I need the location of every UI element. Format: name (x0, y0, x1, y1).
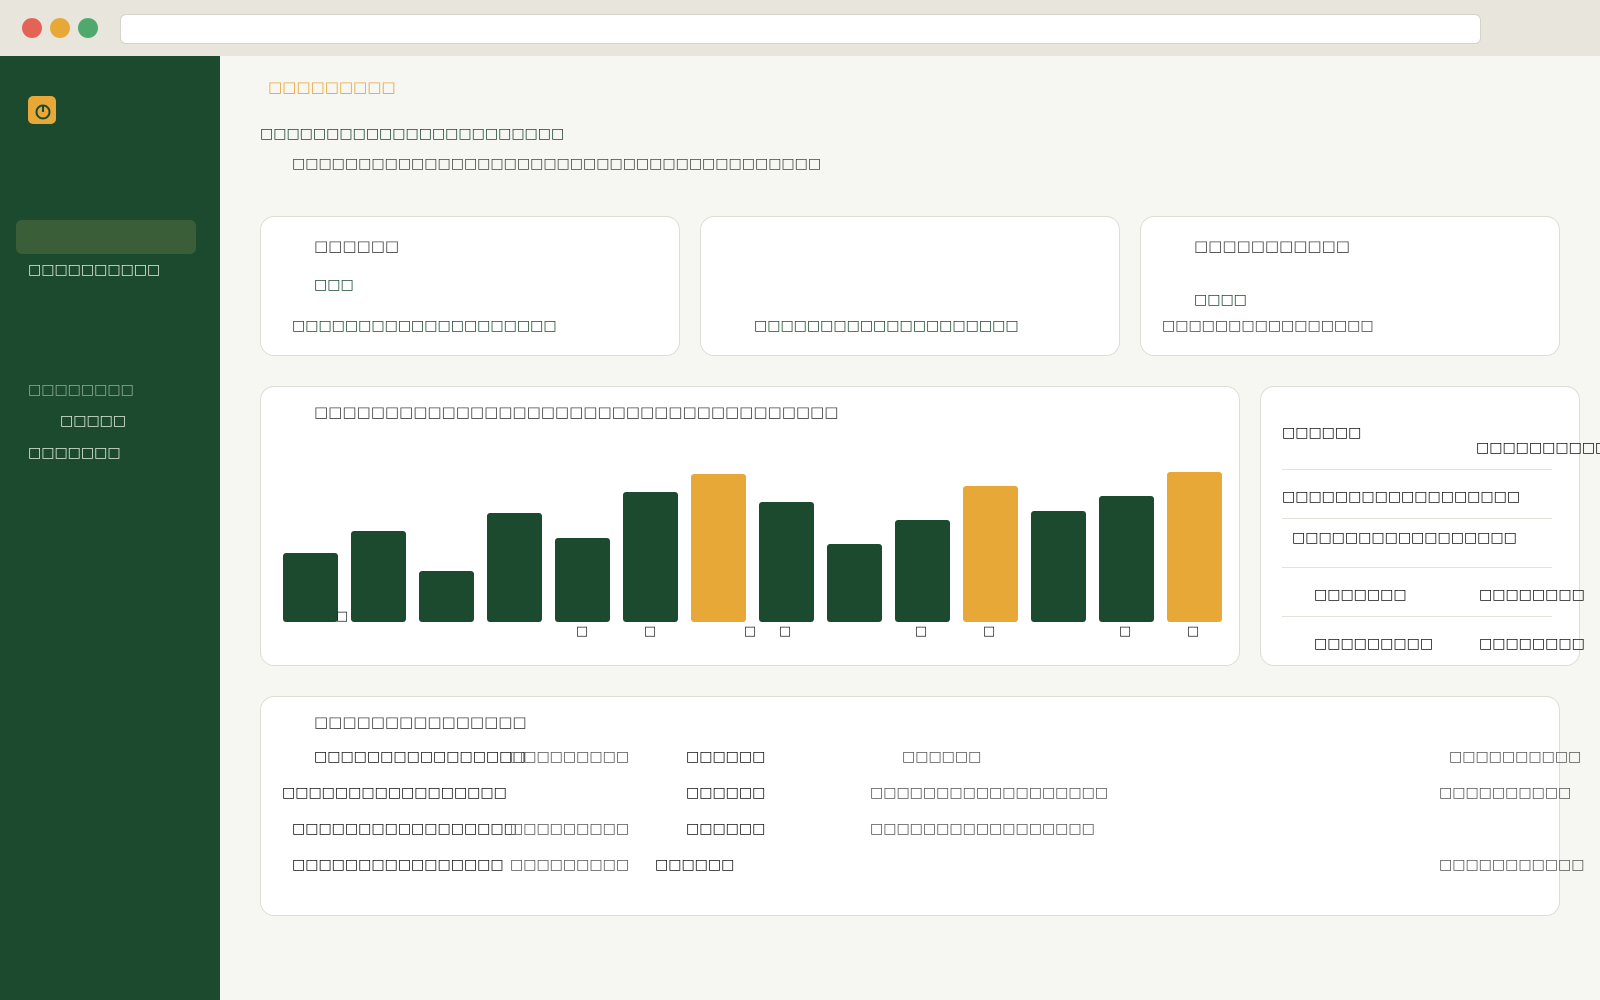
stat-card-1: □□□□□□ □□□ □□□□□□□□□□□□□□□□□□□□ (260, 216, 680, 356)
sidebar-item-active[interactable] (16, 220, 196, 254)
chart-tick-label: □ (982, 624, 996, 639)
chart-bar[interactable] (691, 473, 746, 622)
table-cell: □□□□□□□□□□ (1449, 749, 1582, 765)
table-cell: □□□□□□ (686, 785, 766, 801)
table-cell: □□□□□□□□□ (510, 857, 630, 873)
page-eyebrow: □□□□□□□□□ (268, 78, 396, 96)
page-title: □□□□□□□□□□□□□□□□□□□□□□□ (260, 126, 565, 142)
stat-card-note: □□□□□□□□□□□□□□□□ (1162, 318, 1374, 334)
chart-tick-label: □ (1186, 624, 1200, 639)
chart-bar[interactable] (759, 502, 814, 622)
chart-tick-label: □ (643, 624, 657, 639)
chart-bar[interactable] (419, 571, 474, 622)
side-list-row-4-value: □□□□□□□□ (1479, 587, 1585, 603)
chart-tick-label: □ (778, 624, 792, 639)
side-list-divider (1282, 469, 1552, 470)
bar-chart: □ □ □ □ □ □ □ □ □ (261, 387, 1241, 667)
browser-top-bar (0, 0, 1600, 56)
table-cell: □□□□□□□□□□□□□□□□ (292, 857, 504, 873)
chart-tick-label: □ (335, 609, 349, 624)
chart-bar[interactable] (827, 544, 882, 622)
stat-card-label: □□□□□□ (314, 237, 400, 255)
stat-card-value: □□□ (314, 277, 354, 293)
side-list-row-5-label: □□□□□□□□□ (1314, 636, 1434, 652)
chart-bar[interactable] (1031, 511, 1086, 622)
main-content: □□□□□□□□□ □□□□□□□□□□□□□□□□□□□□□□□ □□□□□□… (220, 56, 1600, 1000)
side-list-row-4-label: □□□□□□□ (1314, 587, 1407, 603)
chart-bar[interactable] (1167, 472, 1222, 622)
chart-bar[interactable] (895, 520, 950, 622)
table-cell: □□□□□□□□□ (510, 749, 630, 765)
side-list-card: □□□□□□ □□□□□□□□□□ □□□□□□□□□□□□□□□□□□ □□□… (1260, 386, 1600, 666)
sidebar-item-label-1[interactable]: □□□□□□□□□□ (28, 262, 160, 278)
sidebar: □□□□□□□□□□ □□□□□□□□ □□□□□ □□□□□□□ (0, 56, 220, 1000)
table-cell: □□□□□□□□□□□□□□□□□ (292, 821, 517, 837)
chart-tick-label: □ (914, 624, 928, 639)
chart-bar[interactable] (623, 491, 678, 622)
chart-bar[interactable] (1099, 496, 1154, 622)
sidebar-item-label-2[interactable]: □□□□□ (60, 413, 126, 429)
stat-card-label: □□□□□□□□□□□ (1194, 237, 1350, 255)
chart-tick-label: □ (743, 624, 757, 639)
minimize-window-button[interactable] (50, 18, 70, 38)
table-cell: □□□□□□□□□□□□□□□□ (314, 749, 526, 765)
close-window-button[interactable] (22, 18, 42, 38)
side-list-divider (1282, 616, 1552, 617)
page-subtitle: □□□□□□□□□□□□□□□□□□□□□□□□□□□□□□□□□□□□□□□□ (292, 156, 822, 172)
table-card: □□□□□□□□□□□□□□□ □□□□□□□□□□□□□□□□ □□□□□□□… (260, 696, 1585, 916)
table-cell: □□□□□□□□□□□□□□□□□ (870, 821, 1095, 837)
maximize-window-button[interactable] (78, 18, 98, 38)
address-bar[interactable] (120, 14, 1481, 44)
chart-bar[interactable] (351, 530, 406, 622)
side-list-divider (1282, 567, 1552, 568)
sidebar-item-label-3[interactable]: □□□□□□□ (28, 445, 121, 461)
side-list-row-3: □□□□□□□□□□□□□□□□□ (1292, 530, 1517, 546)
table-cell: □□□□□□□□□ (510, 821, 630, 837)
table-cell: □□□□□□ (902, 749, 982, 765)
chart-bar[interactable] (487, 512, 542, 622)
chart-card: □□□□□□□□□□□□□□□□□□□□□□□□□□□□□□□□□□□□□ □ □… (260, 386, 1240, 666)
side-list-row-2: □□□□□□□□□□□□□□□□□□ (1282, 489, 1521, 505)
table-cell: □□□□□□ (686, 821, 766, 837)
table-cell: □□□□□□□□□□□□□□□□□□ (870, 785, 1109, 801)
chart-tick-label: □ (575, 624, 589, 639)
chart-tick-label: □ (1118, 624, 1132, 639)
stat-card-note: □□□□□□□□□□□□□□□□□□□□ (754, 318, 1019, 334)
chart-bar[interactable] (283, 553, 338, 622)
chart-bar[interactable] (555, 538, 610, 622)
side-list-row-1-label: □□□□□□ (1282, 425, 1362, 441)
side-list-row-1-value: □□□□□□□□□□ (1476, 440, 1600, 456)
sidebar-section-label: □□□□□□□□ (28, 382, 134, 398)
table-cell: □□□□□□ (655, 857, 735, 873)
table-cell: □□□□□□□□□□□ (1439, 857, 1585, 873)
stat-card-value: □□□□ (1194, 292, 1247, 308)
table-cell: □□□□□□□□□□ (1439, 785, 1572, 801)
app-logo[interactable] (28, 96, 56, 124)
stat-card-2: □□□□□□□□□□□□□□□□□□□□ (700, 216, 1120, 356)
power-icon (35, 104, 51, 120)
table-title: □□□□□□□□□□□□□□□ (314, 713, 527, 731)
stat-card-3: □□□□□□□□□□□ □□□□ □□□□□□□□□□□□□□□□ (1140, 216, 1560, 356)
table-cell: □□□□□□□□□□□□□□□□□ (282, 785, 507, 801)
stat-card-note: □□□□□□□□□□□□□□□□□□□□ (292, 318, 557, 334)
table-cell: □□□□□□ (686, 749, 766, 765)
side-list-divider (1282, 518, 1552, 519)
chart-bar[interactable] (963, 485, 1018, 622)
side-list-row-5-value: □□□□□□□□ (1479, 636, 1585, 652)
